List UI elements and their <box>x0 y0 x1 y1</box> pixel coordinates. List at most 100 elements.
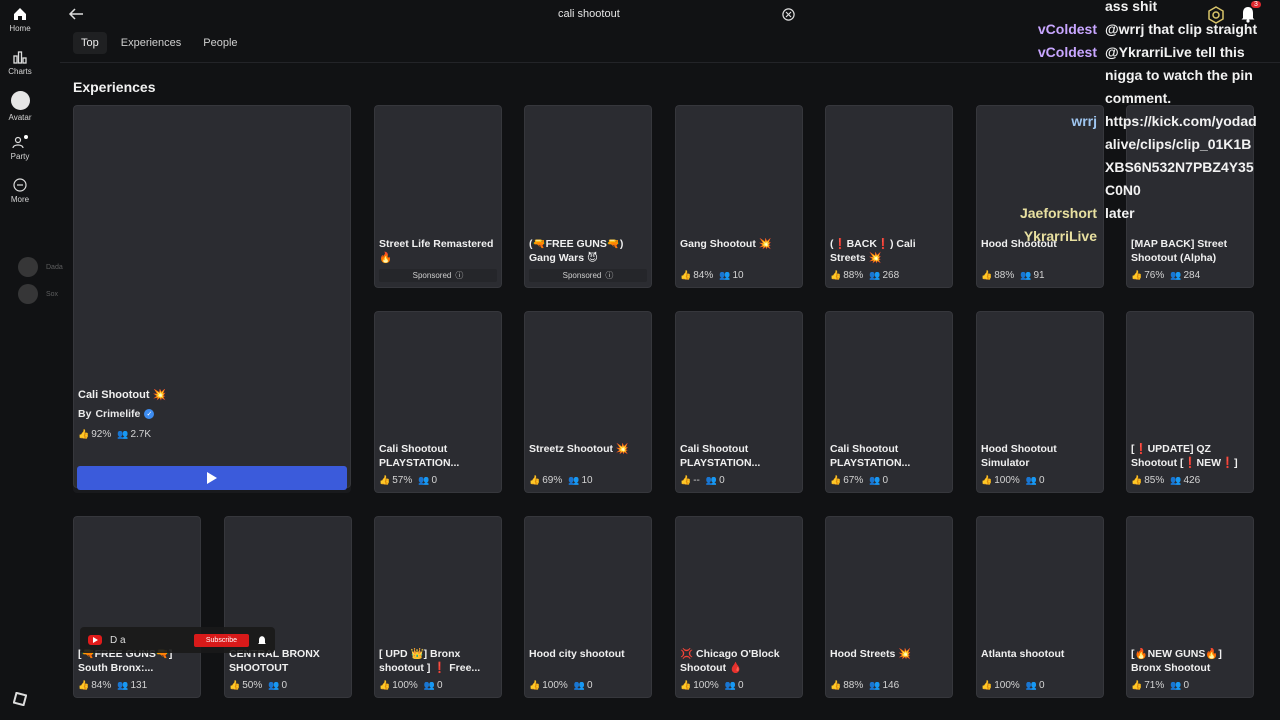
nav-party[interactable]: Party <box>0 135 40 161</box>
rating: -- <box>693 475 700 486</box>
experience-stats: 👍 92% 👥 2.7K <box>78 429 151 440</box>
chat-username: Jaeforshort <box>1019 205 1097 221</box>
info-icon: ⓘ <box>605 271 614 280</box>
subscribe-button[interactable]: Subscribe <box>193 633 250 647</box>
experience-stats: 👍 50% 👥 0 <box>229 680 287 691</box>
robux-icon[interactable] <box>1207 6 1225 24</box>
players-icon: 👥 <box>869 680 881 690</box>
players-icon: 👥 <box>724 680 737 690</box>
by-label: By <box>78 408 92 420</box>
players-icon: 👥 <box>1170 270 1182 280</box>
experience-card[interactable]: [ UPD 👑] Bronx shootout ] ❗ Free... 👍 100%… <box>374 516 502 698</box>
back-arrow-icon[interactable] <box>68 6 84 22</box>
experience-card[interactable]: CENTRAL BRONX SHOOTOUT 👍 50% 👥 0 <box>224 516 352 698</box>
nav-avatar-label: Avatar <box>8 113 32 122</box>
experience-card[interactable]: [🔥NEW GUNS🔥] Bronx Shootout 👍 71% 👥 0 <box>1126 516 1254 698</box>
charts-icon <box>13 51 27 64</box>
experience-card[interactable]: Atlanta shootout 👍 100% 👥 0 <box>976 516 1104 698</box>
player-count: 91 <box>1033 270 1045 281</box>
players-icon: 👥 <box>573 680 586 690</box>
experience-card[interactable]: (❗BACK❗) Cali Streets 💥 👍 88% 👥 268 <box>825 105 953 288</box>
experience-title: (❗BACK❗) Cali Streets 💥 <box>830 238 916 264</box>
rating: 57% <box>392 475 413 486</box>
experience-stats: 👍 71% 👥 0 <box>1131 680 1189 691</box>
thumbs-up-icon: 👍 <box>229 680 241 690</box>
players-icon: 👥 <box>705 475 718 485</box>
experience-card[interactable]: Gang Shootout 💥 👍 84% 👥 10 <box>675 105 803 288</box>
experience-stats: 👍 57% 👥 0 <box>379 475 437 486</box>
tab-experiences[interactable]: Experiences <box>113 32 190 54</box>
roblox-logo-icon[interactable] <box>13 692 27 706</box>
rating: 88% <box>843 680 864 691</box>
experience-card[interactable]: Cali Shootout PLAYSTATION... 👍 57% 👥 0 <box>374 311 502 493</box>
nav-avatar[interactable]: Avatar <box>0 91 40 122</box>
experience-stats: 👍 84% 👥 131 <box>78 680 147 691</box>
nav-more[interactable]: More <box>0 178 40 204</box>
thumbs-up-icon: 👍 <box>830 475 842 485</box>
players-icon: 👥 <box>117 429 129 439</box>
experience-title: Hood Shootout Simulator <box>981 443 1057 469</box>
player-count: 0 <box>719 475 725 486</box>
tab-top[interactable]: Top <box>73 32 107 54</box>
friend-item[interactable]: Sox <box>18 284 58 304</box>
chat-message: nigga to watch the pin <box>1105 67 1253 83</box>
experience-card[interactable]: Hood city shootout 👍 100% 👥 0 <box>524 516 652 698</box>
experience-stats: 👍 100% 👥 0 <box>981 475 1045 486</box>
play-button[interactable] <box>77 466 347 490</box>
rating: 88% <box>843 270 864 281</box>
experience-stats: 👍 84% 👥 10 <box>680 270 744 281</box>
experience-card[interactable]: Hood Shootout Simulator 👍 100% 👥 0 <box>976 311 1104 493</box>
thumbs-up-icon: 👍 <box>1131 680 1143 690</box>
nav-home[interactable]: Home <box>0 7 40 33</box>
rating: 88% <box>994 270 1015 281</box>
notifications-button[interactable]: 3 <box>1240 1 1261 28</box>
friend-item[interactable]: Dada <box>18 257 63 277</box>
creator-name[interactable]: Crimelife <box>95 408 140 420</box>
bell-icon[interactable] <box>257 635 267 646</box>
nav-more-label: More <box>10 195 30 204</box>
experience-card[interactable]: Streetz Shootout 💥 👍 69% 👥 10 <box>524 311 652 493</box>
experience-card[interactable]: Cali Shootout PLAYSTATION... 👍 -- 👥 0 <box>675 311 803 493</box>
rating: 69% <box>542 475 563 486</box>
rating: 67% <box>843 475 864 486</box>
experience-card[interactable]: Cali Shootout PLAYSTATION... 👍 67% 👥 0 <box>825 311 953 493</box>
thumbs-up-icon: 👍 <box>379 680 391 690</box>
youtube-subscribe-overlay[interactable]: D a Subscribe <box>80 627 275 653</box>
experience-stats: 👍 -- 👥 0 <box>680 475 725 486</box>
experience-title: 💢 Chicago O'Block Shootout 🩸 <box>680 648 780 674</box>
avatar-icon <box>10 91 30 110</box>
experience-card[interactable]: [❗UPDATE] QZ Shootout [❗NEW❗] 👍 85% 👥 426 <box>1126 311 1254 493</box>
experience-card[interactable]: 💢 Chicago O'Block Shootout 🩸 👍 100% 👥 0 <box>675 516 803 698</box>
thumbs-up-icon: 👍 <box>379 475 391 485</box>
sponsored-label[interactable]: Sponsored ⓘ <box>529 269 647 282</box>
experience-card[interactable]: Street Life Remastered 🔥 Sponsored ⓘ <box>374 105 502 288</box>
players-icon: 👥 <box>1025 680 1038 690</box>
player-count: 0 <box>281 680 288 691</box>
featured-experience-card[interactable]: Cali Shootout 💥 By Crimelife ✓ 👍 92% 👥 2… <box>73 105 351 493</box>
experience-title: Gang Shootout 💥 <box>680 238 772 250</box>
thumbs-up-icon: 👍 <box>680 270 692 280</box>
rating: 76% <box>1144 270 1165 281</box>
experience-title: [❗UPDATE] QZ Shootout [❗NEW❗] <box>1131 443 1238 469</box>
left-nav: Home Charts Avatar Party More Dada Sox <box>0 0 63 720</box>
rating: 84% <box>693 270 714 281</box>
chat-message: C0N0 <box>1105 182 1141 198</box>
experience-card[interactable]: Hood Streets 💥 👍 88% 👥 146 <box>825 516 953 698</box>
friend-name: Dada <box>46 263 63 271</box>
experience-title: (🔫FREE GUNS🔫) Gang Wars 😈 <box>529 238 624 264</box>
clear-search-icon[interactable] <box>782 8 795 21</box>
players-icon: 👥 <box>418 475 430 485</box>
players-icon: 👥 <box>1025 475 1038 485</box>
search-query[interactable]: cali shootout <box>558 8 620 20</box>
experience-card[interactable]: (🔫FREE GUNS🔫) Gang Wars 😈 Sponsored ⓘ <box>524 105 652 288</box>
experience-stats: 👍 100% 👥 0 <box>680 680 744 691</box>
thumbs-up-icon: 👍 <box>981 475 993 485</box>
tab-people[interactable]: People <box>195 32 245 54</box>
experience-stats: 👍 88% 👥 268 <box>830 270 899 281</box>
player-count: 284 <box>1183 270 1201 281</box>
sponsored-label[interactable]: Sponsored ⓘ <box>379 269 497 282</box>
experience-stats: 👍 88% 👥 91 <box>981 270 1045 281</box>
experience-card[interactable]: [🔫FREE GUNS🔫] South Bronx:... 👍 84% 👥 131 <box>73 516 201 698</box>
nav-charts[interactable]: Charts <box>0 50 40 76</box>
thumbs-up-icon: 👍 <box>529 475 541 485</box>
